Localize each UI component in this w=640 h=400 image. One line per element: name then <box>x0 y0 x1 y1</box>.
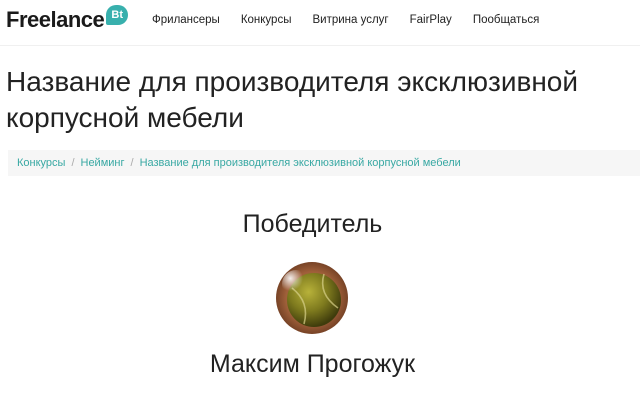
nav-item-freelancers[interactable]: Фрилансеры <box>152 12 220 28</box>
logo-badge: Bt <box>106 5 129 25</box>
page-title: Название для производителя эксклюзивной … <box>6 66 579 133</box>
site-header: Freelance Bt Фрилансеры Конкурсы Витрина… <box>0 0 640 46</box>
main-nav: Фрилансеры Конкурсы Витрина услуг FairPl… <box>152 12 560 28</box>
winner-heading: Победитель <box>242 210 383 238</box>
winner-name[interactable]: Максим Прогожук <box>0 347 625 381</box>
site-logo[interactable]: Freelance Bt <box>6 5 129 35</box>
logo-text: Freelance <box>6 7 105 32</box>
nav-item-chat[interactable]: Пообщаться <box>473 12 539 28</box>
tennis-ball-avatar-image <box>276 262 348 334</box>
winner-avatar[interactable] <box>276 262 348 334</box>
breadcrumb-contests[interactable]: Конкурсы <box>17 157 65 169</box>
breadcrumb-separator: / <box>71 157 75 169</box>
nav-item-contests[interactable]: Конкурсы <box>241 12 292 28</box>
breadcrumb-naming[interactable]: Нейминг <box>81 157 125 169</box>
breadcrumb-separator: / <box>130 157 134 169</box>
nav-item-fairplay[interactable]: FairPlay <box>410 12 452 28</box>
breadcrumb: Конкурсы / Нейминг / Название для произв… <box>8 150 640 176</box>
nav-item-services[interactable]: Витрина услуг <box>312 12 388 28</box>
breadcrumb-current[interactable]: Название для производителя эксклюзивной … <box>140 157 461 169</box>
